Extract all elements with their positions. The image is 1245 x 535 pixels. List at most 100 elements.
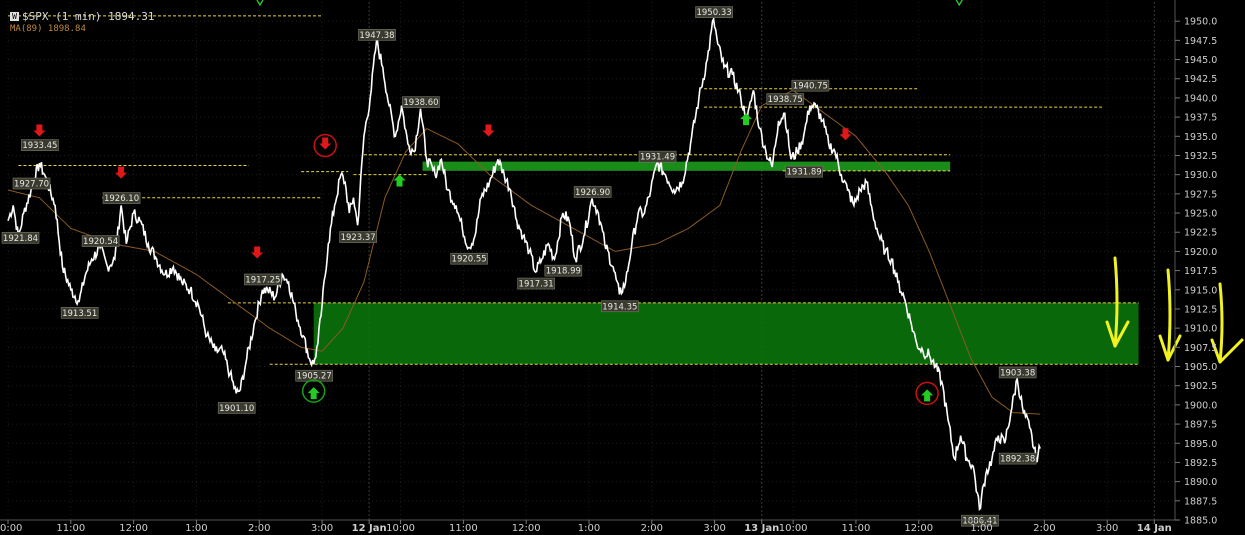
price-label: 1940.75	[791, 79, 830, 92]
price-chart: 1933.45 1927.70 1921.84 1913.51 1920.54 1926.…	[0, 0, 1244, 534]
sell-arrow-icon	[251, 246, 264, 259]
price-label-text: 1931.49	[640, 153, 675, 163]
price-label: 1914.35	[601, 300, 639, 312]
price-label: 1933.45	[21, 139, 59, 151]
x-tick-label: 11:00	[449, 523, 478, 534]
price-label-text: 1901.10	[219, 404, 254, 414]
sell-arrow-icon	[33, 124, 46, 137]
price-label-text: 1927.70	[14, 180, 49, 190]
price-label: 1903.38	[998, 366, 1037, 378]
x-tick-label: 3:00	[1096, 523, 1118, 534]
price-label: 1923.37	[339, 231, 377, 243]
annotation-arrow-icon	[1218, 282, 1224, 364]
price-label-text: 1940.75	[793, 82, 828, 92]
y-tick-label: 1907.5	[1184, 343, 1217, 354]
sell-arrow-icon	[319, 137, 332, 150]
price-label-text: 1926.90	[575, 188, 610, 198]
price-label: 1920.55	[450, 252, 488, 265]
y-tick-label: 1887.5	[1184, 496, 1217, 507]
sell-arrow-icon	[839, 128, 852, 141]
x-tick-label: 12 Jan	[352, 523, 387, 534]
price-label-text: 1918.99	[546, 267, 581, 277]
y-tick-label: 1932.5	[1184, 151, 1217, 162]
y-tick-label: 1947.5	[1184, 36, 1217, 47]
window-icon[interactable]: W	[10, 12, 19, 21]
y-tick-label: 1910.0	[1184, 324, 1217, 335]
price-label-text: 1923.37	[341, 233, 376, 243]
price-label-text: 1921.84	[3, 234, 38, 244]
price-label-text: 1913.51	[62, 309, 97, 319]
price-label: 1901.10	[217, 402, 256, 414]
y-axis: 1885.0 1887.5 1890.0 1892.5 1895.0 1897.5 1900…	[1174, 0, 1217, 527]
y-tick-label: 1892.5	[1184, 458, 1217, 469]
x-tick-label: 1:00	[578, 523, 600, 534]
price-label-text: 1938.60	[403, 98, 438, 108]
price-label: 1917.31	[517, 277, 555, 290]
y-tick-label: 1927.5	[1184, 189, 1217, 200]
y-tick-label: 1935.0	[1184, 132, 1217, 143]
y-tick-label: 1897.5	[1184, 420, 1217, 431]
price-label: 1926.90	[573, 186, 612, 198]
y-tick-label: 1950.0	[1184, 17, 1217, 28]
price-label: 1892.38	[998, 452, 1037, 465]
buy-arrow-icon	[921, 389, 934, 402]
x-tick-label: 1:00	[185, 523, 207, 534]
buy-arrow-icon	[393, 174, 406, 187]
y-tick-label: 1885.0	[1184, 516, 1217, 527]
price-label-text: 1950.33	[696, 8, 731, 18]
y-tick-label: 1930.0	[1184, 170, 1217, 181]
price-label: 1926.10	[102, 192, 141, 204]
y-tick-label: 1945.0	[1184, 55, 1217, 66]
x-tick-label: 12:00	[512, 523, 541, 534]
y-tick-label: 1895.0	[1184, 439, 1217, 450]
price-label-text: 1926.10	[104, 194, 139, 204]
price-label: 1931.89	[785, 165, 823, 178]
x-tick-label: 3:00	[703, 523, 725, 534]
price-label-text: 1917.31	[519, 280, 554, 290]
legend-title-row: W $SPX (1 min) 1894.31	[10, 10, 154, 23]
price-label-text: 1938.75	[768, 95, 803, 105]
annotation-arrow-icon	[1166, 268, 1172, 362]
x-tick-label: 11:00	[842, 523, 871, 534]
x-tick-label: 13 Jan	[744, 523, 779, 534]
y-tick-label: 1905.0	[1184, 362, 1217, 373]
price-label: 1931.49	[638, 150, 677, 163]
y-tick-label: 1912.5	[1184, 304, 1217, 315]
x-tick-label: 1:00	[970, 523, 992, 534]
price-label: 1927.70	[12, 177, 51, 190]
price-label: 1913.51	[60, 306, 99, 319]
price-line	[7, 16, 1041, 511]
price-label-text: 1947.38	[359, 31, 394, 41]
price-label: 1918.99	[544, 264, 583, 277]
sell-arrow-icon	[115, 166, 128, 179]
price-label-text: 1903.38	[1000, 368, 1035, 378]
price-label: 1947.38	[358, 28, 396, 41]
chart-title: $SPX (1 min) 1894.31	[22, 10, 155, 23]
x-tick-label: 12:00	[904, 523, 933, 534]
y-tick-label: 1940.0	[1184, 93, 1217, 104]
price-label: 1920.54	[81, 235, 120, 247]
x-tick-label: 14 Jan	[1137, 523, 1172, 534]
highlight-zones	[313, 161, 1139, 365]
x-tick-label: 2:00	[248, 523, 270, 534]
price-label-text: 1914.35	[602, 302, 637, 312]
support-zone	[313, 302, 1139, 365]
price-label: 1921.84	[1, 231, 40, 244]
sell-arrow-icon	[482, 124, 495, 137]
buy-arrow-icon	[307, 387, 320, 400]
legend-ma: MA(89) 1898.84	[10, 24, 86, 34]
price-label: 1950.33	[695, 6, 733, 18]
price-label-text: 1917.25	[245, 275, 280, 285]
y-tick-label: 1922.5	[1184, 228, 1217, 239]
price-label-text: 1933.45	[22, 141, 57, 151]
price-label-text: 1920.55	[452, 255, 487, 265]
x-tick-label: 10:00	[779, 523, 808, 534]
x-tick-label: 3:00	[311, 523, 333, 534]
y-tick-label: 1915.0	[1184, 285, 1217, 296]
annotation-arrow-icon	[1113, 256, 1119, 348]
x-tick-label: 10:00	[386, 523, 415, 534]
y-tick-label: 1942.5	[1184, 74, 1217, 85]
y-tick-label: 1925.0	[1184, 209, 1217, 220]
price-label-text: 1892.38	[1000, 455, 1035, 465]
top-marker	[256, 0, 264, 7]
